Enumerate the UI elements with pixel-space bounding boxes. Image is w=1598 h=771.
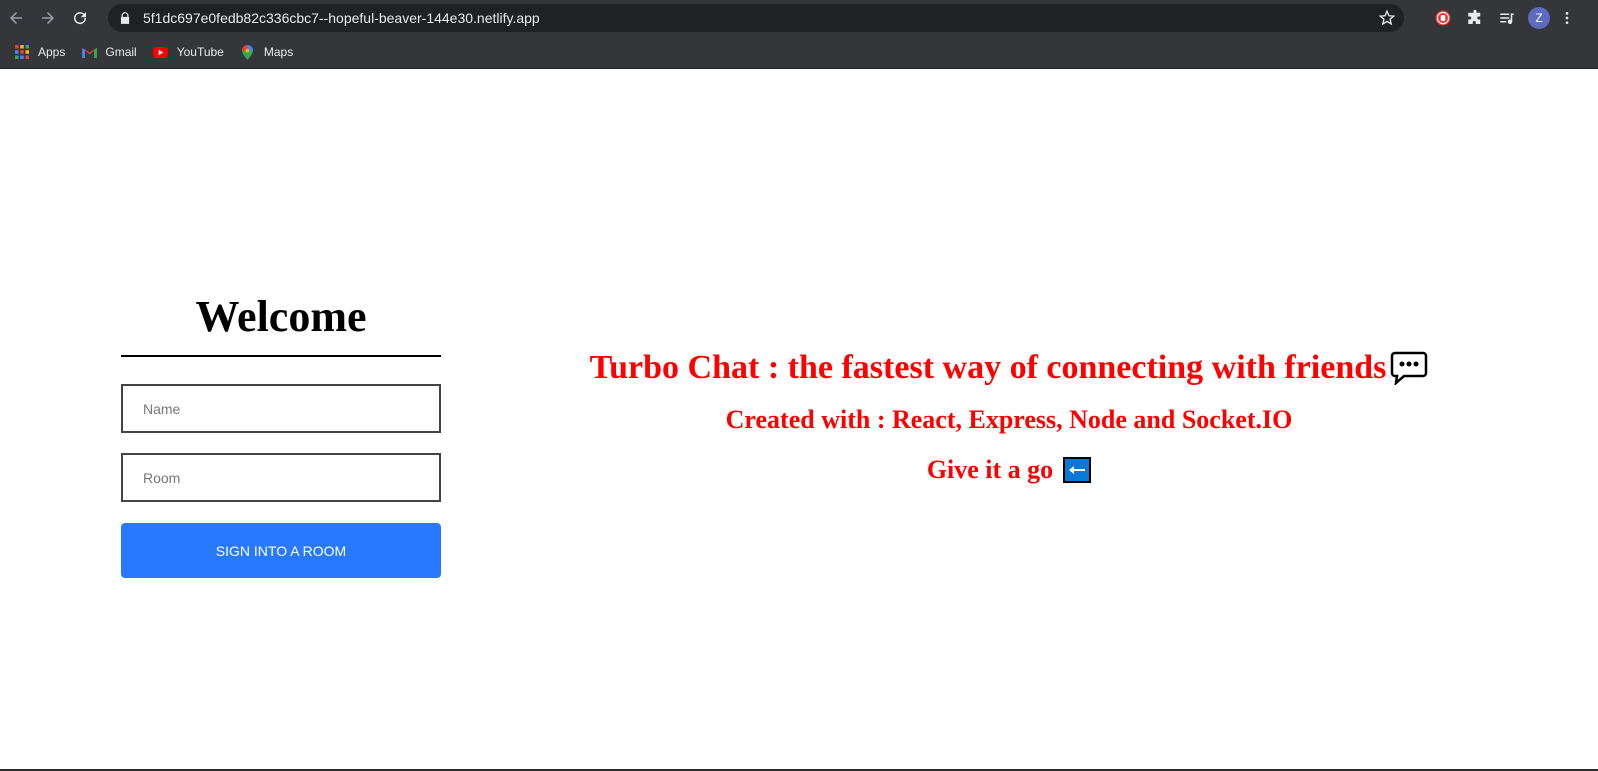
bookmark-gmail[interactable]: Gmail [81,44,137,60]
url-text[interactable]: 5f1dc697e0fedb82c336cbc7--hopeful-beaver… [143,10,540,26]
welcome-heading: Welcome [195,292,367,341]
puzzle-icon [1468,9,1481,24]
more-vertical-icon [1565,12,1569,24]
media-controls-button[interactable] [1496,7,1518,29]
reload-button[interactable] [64,0,96,36]
bookmark-youtube[interactable]: YouTube [153,44,224,60]
join-form: Welcome Sign Into a Room [121,291,441,578]
bookmark-maps[interactable]: Maps [240,44,293,60]
bookmark-apps[interactable]: Apps [14,44,65,60]
back-button[interactable] [0,0,32,36]
cta-text: Give it a go [926,455,1054,484]
info-panel: Turbo Chat : the fastest way of connecti… [520,343,1498,487]
name-input[interactable] [121,384,441,433]
arrow-right-icon [42,12,54,24]
forward-button[interactable] [32,0,64,36]
sign-in-button[interactable]: Sign Into a Room [121,523,441,578]
extensions-area: Z [1432,0,1574,36]
bookmark-label: YouTube [176,45,224,59]
arrow-left-icon [10,12,22,24]
browser-menu-button[interactable] [1560,7,1574,29]
headline: Turbo Chat : the fastest way of connecti… [520,343,1498,393]
reload-icon [74,12,87,25]
heading-divider [121,355,441,357]
adblock-icon [1435,10,1451,26]
page-content: Welcome Sign Into a Room Turbo Chat : th… [0,69,1598,771]
lock-icon [120,12,130,24]
youtube-icon [153,44,169,60]
bookmark-label: Apps [38,45,66,59]
room-input[interactable] [121,453,441,502]
tech-stack-text: Created with : React, Express, Node and … [725,405,1293,434]
speech-bubble-icon [1391,351,1428,385]
headline-text: Turbo Chat : the fastest way of connecti… [589,349,1387,386]
address-bar[interactable]: 5f1dc697e0fedb82c336cbc7--hopeful-beaver… [108,4,1404,32]
cta-line: Give it a go [520,453,1498,487]
left-arrow-icon [1063,457,1092,483]
maps-icon [240,44,256,60]
gmail-icon [81,44,97,60]
adblock-extension-button[interactable] [1432,7,1454,29]
bookmark-label: Gmail [105,45,137,59]
extensions-button[interactable] [1464,7,1486,29]
playlist-icon [1500,13,1514,25]
bookmark-star-icon[interactable] [1378,9,1396,27]
apps-grid-icon [14,44,30,60]
browser-toolbar: 5f1dc697e0fedb82c336cbc7--hopeful-beaver… [0,0,1598,36]
bookmarks-bar: Apps Gmail YouTube Maps [0,36,1598,69]
profile-avatar[interactable]: Z [1528,7,1550,29]
bookmark-label: Maps [263,45,294,59]
